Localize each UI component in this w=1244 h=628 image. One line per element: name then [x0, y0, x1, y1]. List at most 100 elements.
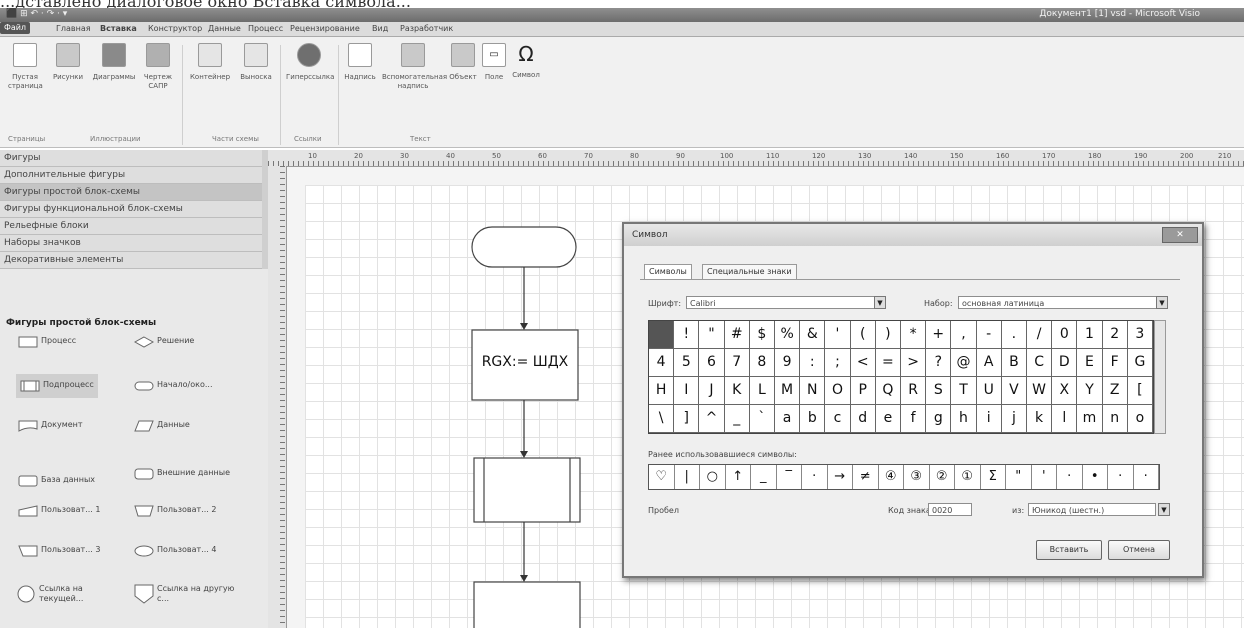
tab-review[interactable]: Рецензирование — [290, 24, 360, 33]
symbol-cell[interactable]: 0 — [1052, 321, 1078, 349]
symbol-cell[interactable]: 2 — [1102, 321, 1128, 349]
tab-process[interactable]: Процесс — [248, 24, 283, 33]
symbol-cell[interactable]: a — [775, 405, 801, 433]
shape-start-end[interactable]: Начало/око... — [134, 380, 213, 392]
shape-on-page-reference[interactable]: Ссылка на текущей... — [16, 584, 126, 604]
symbol-cell[interactable]: < — [850, 349, 876, 377]
recent-symbol-cell[interactable]: ↑ — [726, 465, 751, 489]
recent-symbol-cell[interactable]: ‾ — [777, 465, 802, 489]
shape-data[interactable]: Данные — [134, 420, 190, 432]
symbol-button[interactable]: Ω Символ — [510, 43, 542, 80]
subset-select[interactable]: основная латиница — [958, 296, 1168, 309]
symbol-cell[interactable]: 8 — [749, 349, 775, 377]
symbol-cell[interactable]: 1 — [1077, 321, 1103, 349]
recent-symbol-cell[interactable]: · — [1134, 465, 1159, 489]
tab-view[interactable]: Вид — [372, 24, 388, 33]
shape-custom-2[interactable]: Пользоват... 2 — [134, 505, 244, 517]
shape-off-page-reference[interactable]: Ссылка на другую с... — [134, 584, 244, 604]
recent-symbol-cell[interactable]: · — [1108, 465, 1134, 489]
symbol-cell[interactable]: O — [825, 377, 851, 405]
stencil-icon-sets[interactable]: Наборы значков — [0, 235, 262, 252]
chevron-down-icon[interactable]: ▼ — [874, 296, 886, 309]
symbol-cell[interactable]: S — [926, 377, 952, 405]
cancel-button[interactable]: Отмена — [1108, 540, 1170, 560]
process-shape-text[interactable]: RGX:= ШДХ — [472, 354, 578, 370]
symbol-cell[interactable]: > — [901, 349, 927, 377]
symbol-cell[interactable]: N — [800, 377, 826, 405]
symbol-cell[interactable]: T — [951, 377, 977, 405]
symbol-grid-scrollbar[interactable] — [1154, 320, 1166, 434]
symbol-cell[interactable]: J — [699, 377, 725, 405]
symbol-cell[interactable]: $ — [749, 321, 775, 349]
container-button[interactable]: Контейнер — [188, 43, 232, 82]
font-select[interactable]: Calibri — [686, 296, 886, 309]
symbol-cell[interactable]: ( — [850, 321, 876, 349]
symbol-cell[interactable]: o — [1127, 405, 1153, 433]
symbol-cell[interactable]: / — [1027, 321, 1053, 349]
symbol-cell[interactable]: & — [800, 321, 826, 349]
subprocess-shape[interactable] — [473, 457, 581, 523]
symbol-cell[interactable]: i — [976, 405, 1002, 433]
symbol-cell[interactable]: b — [800, 405, 826, 433]
symbol-cell[interactable]: ? — [926, 349, 952, 377]
symbol-cell[interactable]: : — [800, 349, 826, 377]
recent-symbol-cell[interactable]: _ — [751, 465, 777, 489]
symbol-cell[interactable]: P — [850, 377, 876, 405]
shape-custom-3[interactable]: Пользоват... 3 — [18, 545, 126, 557]
symbol-cell[interactable]: e — [875, 405, 901, 433]
stencil-3d-blocks[interactable]: Рельефные блоки — [0, 218, 262, 235]
recent-symbol-cell[interactable]: ○ — [700, 465, 726, 489]
recent-symbol-cell[interactable]: ≠ — [853, 465, 879, 489]
symbol-cell[interactable]: Q — [875, 377, 901, 405]
field-button[interactable]: ▭ Поле — [480, 43, 508, 82]
stencil-functional-flowchart[interactable]: Фигуры функциональной блок-схемы — [0, 201, 262, 218]
symbol-cell[interactable]: f — [901, 405, 927, 433]
symbol-cell[interactable]: c — [825, 405, 851, 433]
stencil-shapes[interactable]: Фигуры — [0, 150, 262, 167]
symbol-cell[interactable]: K — [724, 377, 750, 405]
blank-page-button[interactable]: Пустая страница — [8, 43, 43, 91]
symbol-cell[interactable]: H — [649, 377, 675, 405]
cad-drawing-button[interactable]: Чертеж САПР — [140, 43, 176, 91]
recent-symbol-cell[interactable]: Σ — [981, 465, 1006, 489]
recent-symbol-cell[interactable]: · — [802, 465, 828, 489]
symbol-cell[interactable]: , — [951, 321, 977, 349]
tab-home[interactable]: Главная — [56, 24, 91, 33]
chevron-down-icon[interactable]: ▼ — [1156, 296, 1168, 309]
callout-button[interactable]: Выноска — [236, 43, 276, 82]
pictures-button[interactable]: Рисунки — [48, 43, 88, 82]
symbol-cell[interactable]: A — [976, 349, 1002, 377]
stencil-basic-flowchart[interactable]: Фигуры простой блок-схемы — [0, 184, 262, 201]
symbol-cell[interactable]: Z — [1102, 377, 1128, 405]
process-shape[interactable] — [473, 581, 581, 628]
symbol-cell[interactable]: ; — [825, 349, 851, 377]
recent-symbol-cell[interactable]: · — [1057, 465, 1083, 489]
shape-decision[interactable]: Решение — [134, 336, 194, 348]
symbol-cell[interactable]: = — [875, 349, 901, 377]
shape-subprocess[interactable]: Подпроцесс — [16, 374, 98, 398]
terminator-shape[interactable] — [471, 226, 577, 268]
symbol-cell[interactable]: I — [674, 377, 700, 405]
symbol-cell[interactable]: V — [1001, 377, 1027, 405]
symbol-cell[interactable]: % — [775, 321, 801, 349]
symbol-cell[interactable]: \ — [649, 405, 675, 433]
symbol-cell[interactable]: l — [1052, 405, 1078, 433]
stencil-more-shapes[interactable]: Дополнительные фигуры — [0, 167, 262, 184]
tab-file[interactable]: Файл — [0, 22, 30, 34]
recent-symbol-cell[interactable]: ③ — [904, 465, 930, 489]
symbol-cell[interactable]: h — [951, 405, 977, 433]
symbol-cell[interactable]: ] — [674, 405, 700, 433]
symbol-cell[interactable]: @ — [951, 349, 977, 377]
close-icon[interactable]: ✕ — [1162, 227, 1198, 243]
symbol-cell[interactable]: M — [775, 377, 801, 405]
tab-developer[interactable]: Разработчик — [400, 24, 453, 33]
text-box-button[interactable]: Надпись — [342, 43, 378, 82]
symbol-cell[interactable]: 7 — [724, 349, 750, 377]
symbol-cell[interactable]: + — [926, 321, 952, 349]
symbol-cell[interactable]: d — [850, 405, 876, 433]
recent-symbol-cell[interactable]: • — [1083, 465, 1108, 489]
shape-database[interactable]: База данных — [18, 475, 95, 487]
symbol-cell[interactable]: D — [1052, 349, 1078, 377]
shape-custom-4[interactable]: Пользоват... 4 — [134, 545, 244, 557]
tab-special-characters[interactable]: Специальные знаки — [702, 264, 797, 279]
